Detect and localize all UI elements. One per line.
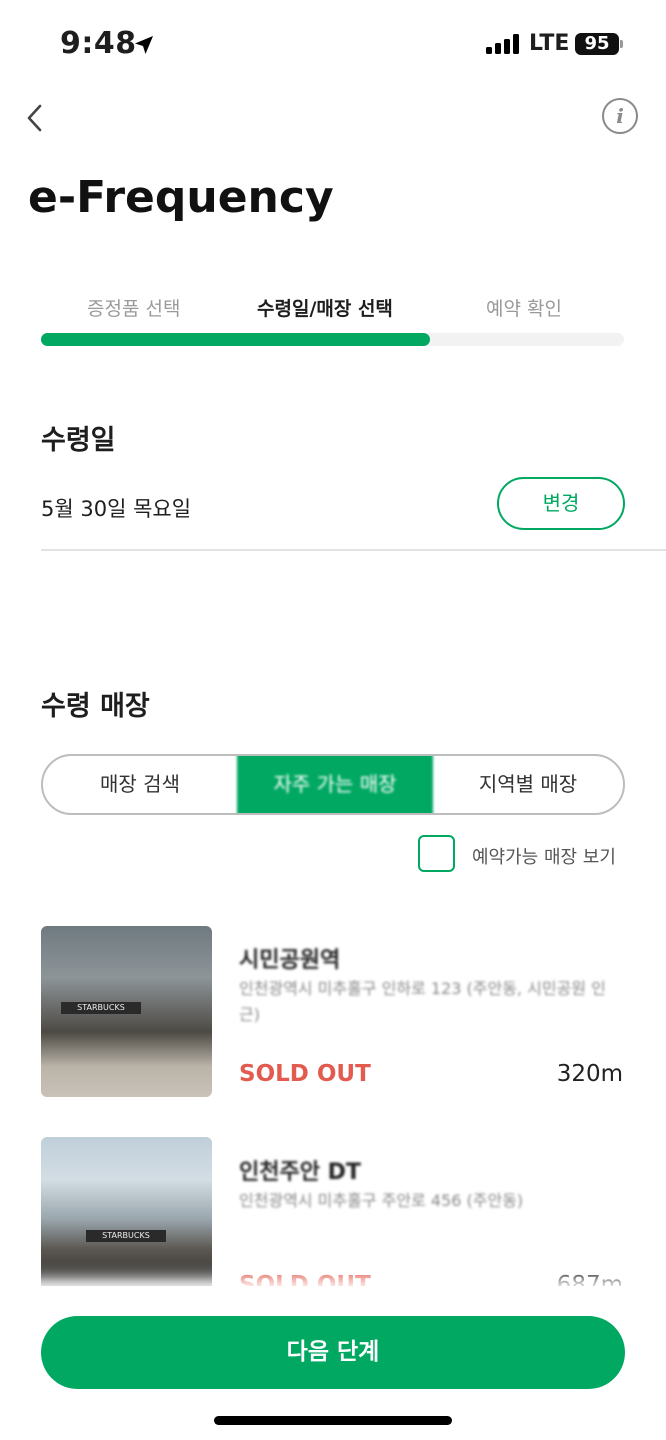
signal-bars-icon [486,34,519,54]
store-sign: STARBUCKS [61,1002,141,1014]
step-date-store-select: 수령일/매장 선택 [257,298,393,320]
store-sign: STARBUCKS [86,1230,166,1242]
tab-favorite-stores[interactable]: 자주 가는 매장 [237,756,433,813]
network-label: LTE [529,31,570,56]
store-address: 인천광역시 미추홀구 인하로 123 (주안동, 시민공원 인근) [239,979,606,1024]
battery-level: 95 [575,33,619,55]
back-button[interactable] [22,98,52,138]
pickup-store-title: 수령 매장 [41,691,150,722]
change-date-button[interactable]: 변경 [497,477,625,530]
location-arrow-icon [135,36,153,54]
store-address: 인천광역시 미추홀구 주안로 456 (주안동) [239,1191,524,1210]
store-tab-control: 매장 검색 자주 가는 매장 지역별 매장 [41,754,625,815]
store-name[interactable]: 시민공원역 [239,942,340,974]
divider [41,549,666,551]
available-only-label[interactable]: 예약가능 매장 보기 [472,843,616,869]
info-button[interactable]: i [602,98,638,134]
page-title: e-Frequency [28,172,334,223]
chevron-left-icon [27,104,42,132]
pickup-date-title: 수령일 [41,425,116,456]
step-confirm: 예약 확인 [486,298,562,320]
tab-store-search[interactable]: 매장 검색 [43,756,237,813]
pickup-date-value: 5월 30일 목요일 [41,497,192,521]
status-time: 9:48 [60,26,137,61]
store-thumbnail[interactable]: STARBUCKS [41,926,212,1097]
progress-fill [41,333,430,346]
tab-region-stores[interactable]: 지역별 매장 [433,756,623,813]
store-status-badge: SOLD OUT [239,1061,371,1087]
next-step-button[interactable]: 다음 단계 [41,1316,625,1389]
available-only-checkbox[interactable] [418,835,455,872]
battery-tip [620,40,623,48]
store-distance: 320m [556,1061,623,1087]
store-name[interactable]: 인천주안 DT [239,1154,361,1186]
store-thumbnail[interactable]: STARBUCKS [41,1137,212,1308]
step-gift-select: 증정품 선택 [87,298,181,320]
home-indicator[interactable] [214,1416,452,1425]
info-icon: i [616,104,624,128]
